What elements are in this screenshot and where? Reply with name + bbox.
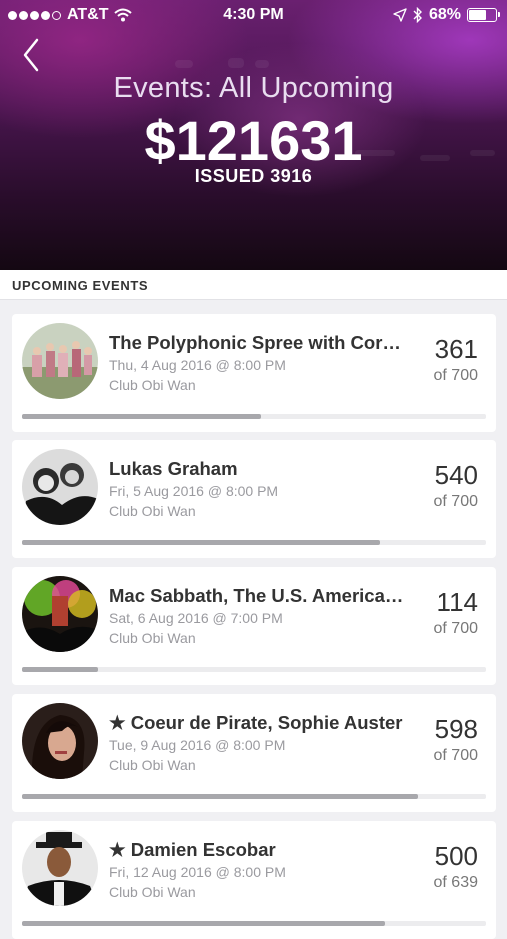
sales-progress-bar: [22, 540, 486, 545]
event-avatar: [22, 323, 98, 399]
page-title: Events: All Upcoming: [113, 72, 394, 104]
event-card[interactable]: ★ Damien Escobar Fri, 12 Aug 2016 @ 8:00…: [12, 821, 496, 939]
tickets-sold: 598: [434, 714, 478, 744]
tickets-sold: 500: [434, 841, 478, 871]
event-card[interactable]: ★ Coeur de Pirate, Sophie Auster Tue, 9 …: [12, 694, 496, 812]
event-card[interactable]: Lukas Graham Fri, 5 Aug 2016 @ 8:00 PM C…: [12, 440, 496, 558]
event-title: The Polyphonic Spree with Cor…: [109, 332, 401, 353]
tickets-capacity: of 700: [433, 367, 478, 384]
tickets-sold: 114: [436, 587, 478, 617]
tickets-capacity: of 700: [433, 620, 478, 637]
battery-icon: [467, 8, 500, 22]
tickets-capacity: of 700: [433, 747, 478, 764]
event-title: ★ Damien Escobar: [109, 839, 276, 860]
event-date: Fri, 5 Aug 2016 @ 8:00 PM: [109, 483, 279, 499]
section-header: UPCOMING EVENTS: [0, 270, 507, 300]
event-venue: Club Obi Wan: [109, 630, 196, 646]
header-hero: AT&T 4:30 PM 68% Events: All Upcoming $1…: [0, 0, 507, 270]
location-arrow-icon: [393, 8, 407, 22]
event-venue: Club Obi Wan: [109, 377, 196, 393]
tickets-sold: 361: [434, 334, 478, 364]
battery-percent: 68%: [428, 6, 461, 23]
stage-light: [255, 60, 269, 68]
event-card[interactable]: Mac Sabbath, The U.S. America… Sat, 6 Au…: [12, 567, 496, 685]
tickets-capacity: of 639: [433, 874, 478, 891]
event-title: Mac Sabbath, The U.S. America…: [109, 585, 404, 606]
sales-progress-bar: [22, 414, 486, 419]
event-date: Fri, 12 Aug 2016 @ 8:00 PM: [109, 864, 286, 880]
event-avatar: [22, 576, 98, 652]
event-date: Thu, 4 Aug 2016 @ 8:00 PM: [109, 357, 286, 373]
issued-count: ISSUED 3916: [194, 166, 313, 186]
event-title: ★ Coeur de Pirate, Sophie Auster: [109, 712, 403, 733]
sales-progress-bar: [22, 667, 486, 672]
bluetooth-icon: [413, 7, 422, 23]
event-venue: Club Obi Wan: [109, 757, 196, 773]
stage-light: [175, 60, 193, 68]
event-venue: Club Obi Wan: [109, 884, 196, 900]
tickets-capacity: of 700: [433, 493, 478, 510]
event-card[interactable]: The Polyphonic Spree with Cor… Thu, 4 Au…: [12, 314, 496, 432]
sales-progress-bar: [22, 794, 486, 799]
tickets-sold: 540: [434, 460, 478, 490]
status-bar: AT&T 4:30 PM 68%: [0, 0, 507, 30]
event-avatar: [22, 703, 98, 779]
section-title: UPCOMING EVENTS: [12, 278, 149, 293]
stage-light: [228, 58, 244, 68]
event-avatar: [22, 830, 98, 906]
chevron-left-icon: [23, 38, 39, 72]
event-avatar: [22, 449, 98, 525]
event-date: Sat, 6 Aug 2016 @ 7:00 PM: [109, 610, 283, 626]
event-date: Tue, 9 Aug 2016 @ 8:00 PM: [109, 737, 286, 753]
total-amount: $121631: [144, 109, 363, 172]
back-button[interactable]: [18, 38, 48, 72]
event-title: Lukas Graham: [109, 458, 238, 479]
sales-progress-bar: [22, 921, 486, 926]
event-venue: Club Obi Wan: [109, 503, 196, 519]
